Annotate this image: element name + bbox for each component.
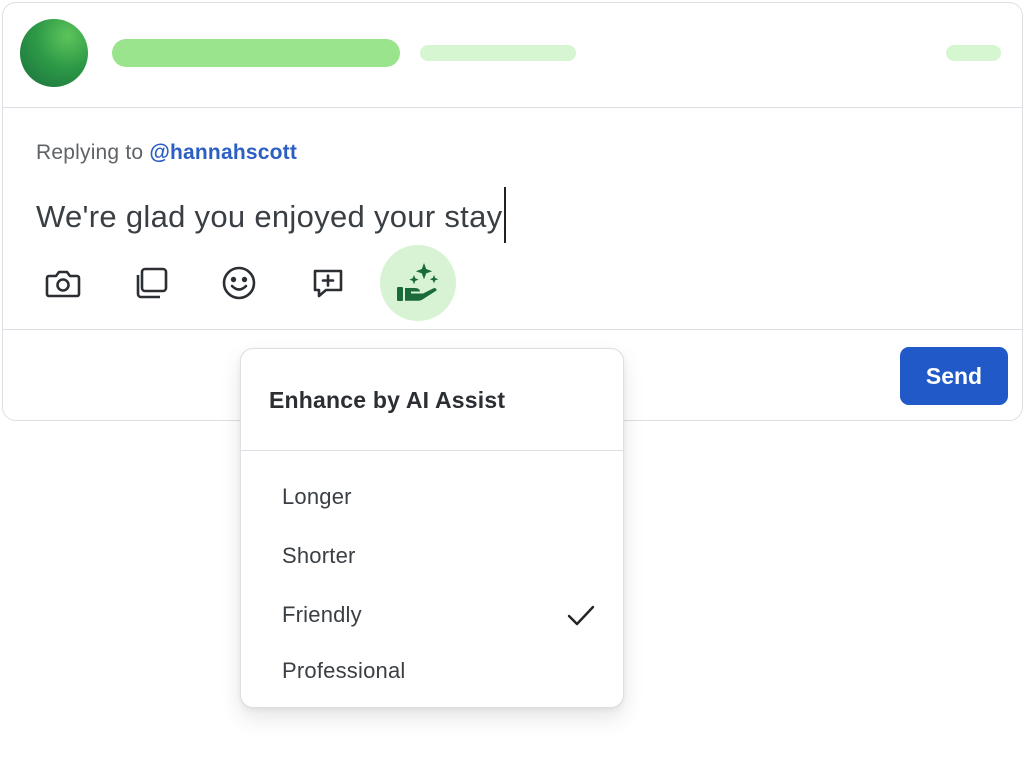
ai-menu-item-longer[interactable]: Longer (241, 474, 623, 522)
ai-assist-button[interactable] (380, 245, 456, 321)
menu-item-label: Friendly (282, 602, 362, 627)
menu-item-label: Longer (282, 484, 352, 509)
ai-assist-menu: Enhance by AI Assist Longer Shorter Frie… (240, 348, 624, 708)
camera-icon (45, 267, 81, 299)
reply-composer-stage: Replying to @hannahscott We're glad you … (0, 0, 1025, 757)
footer-divider (3, 329, 1022, 330)
checkmark-icon (567, 605, 595, 632)
replying-to-line: Replying to @hannahscott (36, 141, 297, 165)
timestamp-placeholder (946, 45, 1001, 61)
ai-menu-divider (241, 450, 623, 451)
ai-menu-title: Enhance by AI Assist (269, 387, 506, 413)
ai-assist-icon (394, 261, 442, 305)
emoji-button[interactable] (201, 245, 277, 321)
menu-item-label: Shorter (282, 543, 356, 568)
emoji-icon (221, 265, 257, 301)
add-comment-button[interactable] (290, 245, 366, 321)
gallery-icon (133, 266, 169, 300)
post-header (3, 3, 1022, 108)
avatar (20, 19, 88, 87)
ai-menu-item-professional[interactable]: Professional (241, 648, 623, 696)
gallery-button[interactable] (113, 245, 189, 321)
reply-text-value: We're glad you enjoyed your stay (36, 199, 503, 234)
compose-toolbar (3, 245, 1022, 323)
author-handle-placeholder (420, 45, 576, 61)
reply-handle-link[interactable]: @hannahscott (149, 141, 297, 164)
reply-text-input[interactable]: We're glad you enjoyed your stay (36, 187, 507, 243)
author-name-placeholder (112, 39, 400, 67)
camera-button[interactable] (25, 245, 101, 321)
send-button[interactable]: Send (900, 347, 1008, 405)
text-cursor (504, 187, 507, 243)
menu-item-label: Professional (282, 658, 406, 683)
ai-menu-item-friendly[interactable]: Friendly (241, 592, 623, 640)
add-comment-icon (311, 266, 345, 300)
replying-to-label: Replying to (36, 141, 144, 164)
ai-menu-item-shorter[interactable]: Shorter (241, 533, 623, 581)
